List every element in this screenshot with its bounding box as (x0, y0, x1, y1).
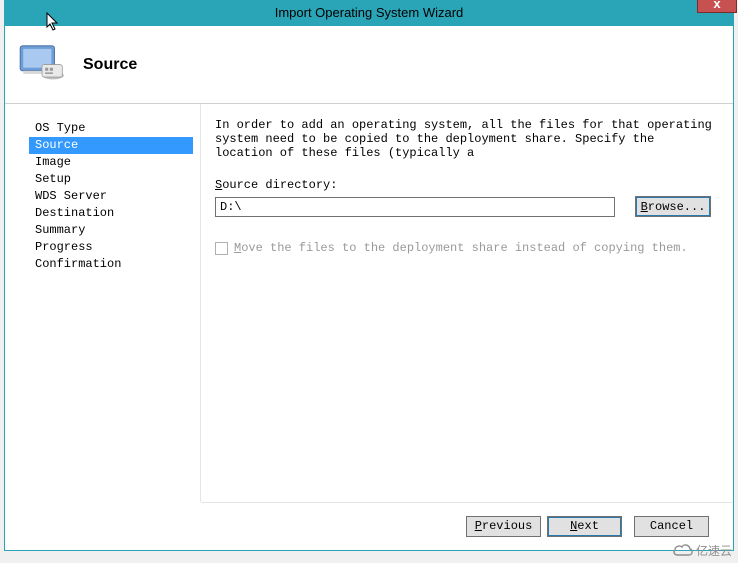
move-files-option: Move the files to the deployment share i… (215, 241, 713, 255)
sidebar-item-source[interactable]: Source (29, 137, 193, 154)
previous-button[interactable]: Previous (466, 516, 541, 537)
cancel-button[interactable]: Cancel (634, 516, 709, 537)
watermark: 亿速云 (672, 541, 732, 559)
sidebar-item-confirmation[interactable]: Confirmation (31, 256, 200, 273)
sidebar-item-progress[interactable]: Progress (31, 239, 200, 256)
computer-icon (17, 38, 67, 91)
source-directory-input[interactable] (215, 197, 615, 217)
source-dir-label: Source directory: (215, 178, 713, 192)
sidebar-item-setup[interactable]: Setup (31, 171, 200, 188)
move-files-label: Move the files to the deployment share i… (234, 241, 688, 255)
sidebar-item-destination[interactable]: Destination (31, 205, 200, 222)
titlebar: Import Operating System Wizard x (5, 0, 733, 26)
main-panel: In order to add an operating system, all… (201, 104, 733, 502)
wizard-footer: Previous Next Cancel (201, 502, 733, 549)
close-button[interactable]: x (697, 0, 737, 13)
cloud-icon (672, 541, 694, 559)
browse-button[interactable]: Browse... (635, 196, 711, 217)
window-title: Import Operating System Wizard (5, 5, 733, 20)
header-panel: Source (5, 26, 733, 104)
sidebar-item-wds-server[interactable]: WDS Server (31, 188, 200, 205)
instruction-text: In order to add an operating system, all… (215, 118, 713, 160)
sidebar-item-summary[interactable]: Summary (31, 222, 200, 239)
watermark-text: 亿速云 (696, 542, 732, 559)
move-files-checkbox (215, 242, 228, 255)
wizard-steps-sidebar: OS Type Source Image Setup WDS Server De… (5, 104, 200, 502)
sidebar-item-os-type[interactable]: OS Type (31, 120, 200, 137)
close-icon: x (713, 0, 720, 11)
sidebar-item-image[interactable]: Image (31, 154, 200, 171)
page-title: Source (83, 56, 137, 74)
wizard-window: Import Operating System Wizard x Source … (4, 0, 734, 551)
next-button[interactable]: Next (547, 516, 622, 537)
